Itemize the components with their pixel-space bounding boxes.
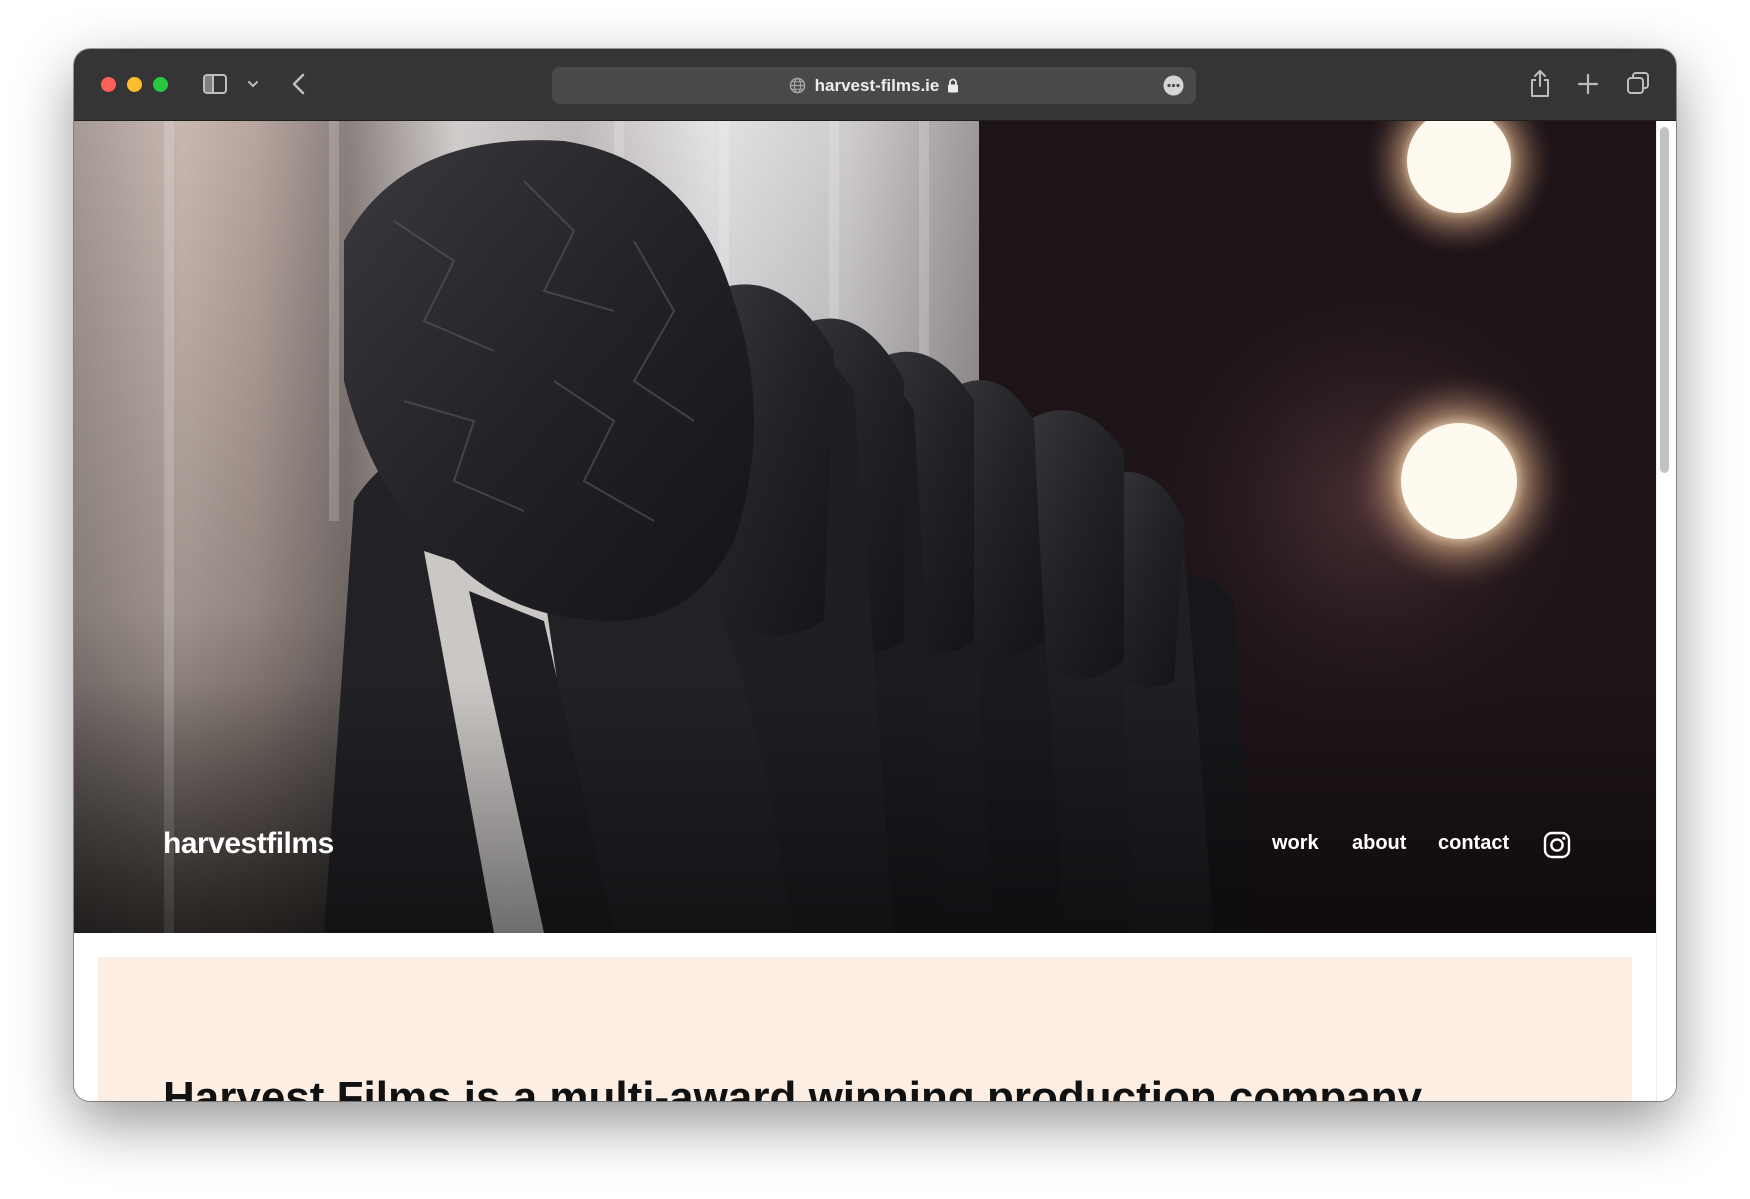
hero-image [74, 121, 1656, 933]
hero-video: harvestfilms work about contact [74, 121, 1656, 933]
nav-link-work[interactable]: work [1272, 832, 1319, 855]
browser-toolbar: harvest-films.ie [74, 49, 1676, 121]
minimize-window-button[interactable] [127, 77, 142, 92]
tabs-overview-icon[interactable] [1626, 71, 1650, 95]
browser-window: harvest-films.ie harvestfilms work about… [74, 49, 1676, 1101]
nav-link-contact[interactable]: contact [1438, 832, 1509, 855]
chevron-down-icon[interactable] [247, 78, 259, 90]
site-logo[interactable]: harvestfilms [163, 827, 334, 861]
page-viewport: harvestfilms work about contact Harvest … [74, 121, 1676, 1101]
lock-icon [948, 78, 959, 93]
plus-icon[interactable] [1577, 73, 1599, 95]
address-bar[interactable]: harvest-films.ie [552, 67, 1196, 104]
maximize-window-button[interactable] [153, 77, 168, 92]
intro-heading: Harvest Films is a multi-award winning p… [163, 1073, 1423, 1101]
close-window-button[interactable] [101, 77, 116, 92]
globe-icon [789, 77, 805, 94]
back-arrow-icon[interactable] [290, 72, 308, 96]
more-icon[interactable] [1163, 75, 1184, 96]
scrollbar-thumb[interactable] [1660, 127, 1669, 473]
nav-link-about[interactable]: about [1352, 832, 1406, 855]
instagram-icon[interactable] [1543, 831, 1571, 859]
url-text[interactable]: harvest-films.ie [815, 76, 940, 96]
share-icon[interactable] [1529, 68, 1551, 98]
sidebar-icon[interactable] [203, 74, 227, 94]
intro-section: Harvest Films is a multi-award winning p… [98, 957, 1632, 1101]
